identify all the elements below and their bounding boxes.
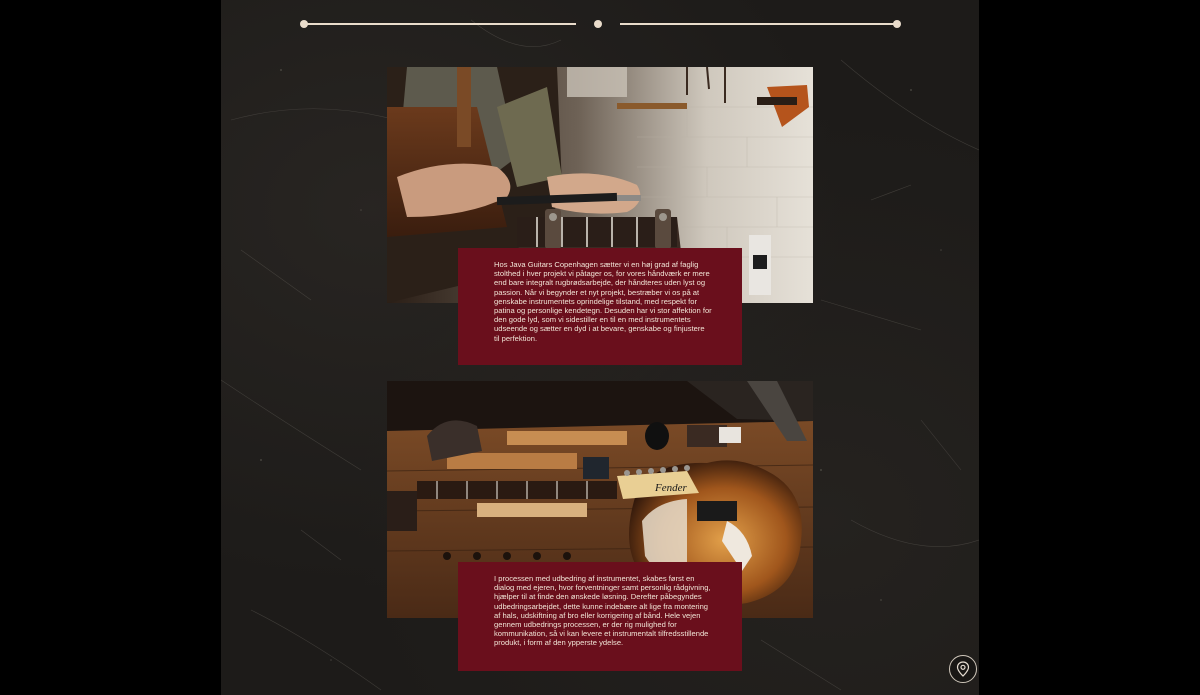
process-text-box: I processen med udbedring af instrumente… [458,562,742,671]
headstock-logo: Fender [654,482,687,494]
section-divider [300,18,901,30]
divider-line-right [620,23,896,25]
map-pin-icon [956,661,970,677]
divider-dot-right [893,20,901,28]
page: Hos Java Guitars Copenhagen sætter vi en… [0,0,1200,695]
divider-line-left [304,23,576,25]
content-panel: Hos Java Guitars Copenhagen sætter vi en… [221,0,979,695]
location-button[interactable] [949,655,977,683]
divider-dot-left [300,20,308,28]
intro-text-box: Hos Java Guitars Copenhagen sætter vi en… [458,248,742,365]
divider-dot-center [594,20,602,28]
process-paragraph: I processen med udbedring af instrumente… [494,574,711,648]
intro-paragraph: Hos Java Guitars Copenhagen sætter vi en… [494,260,712,343]
